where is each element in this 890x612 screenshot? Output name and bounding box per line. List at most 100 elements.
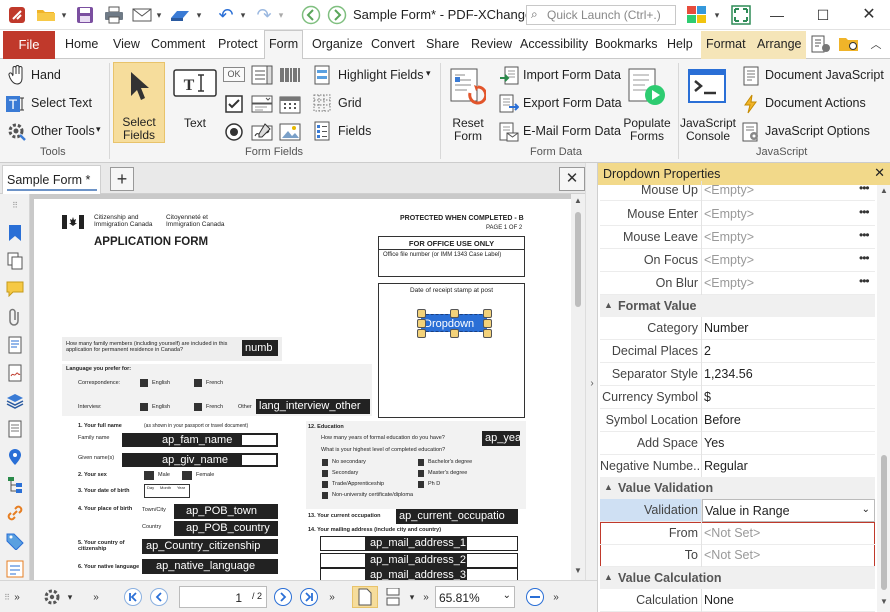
maximize-button[interactable]: ☐: [808, 4, 838, 26]
resize-handle[interactable]: [417, 319, 426, 328]
pane-splitter[interactable]: ›: [585, 163, 597, 580]
scan-dropdown-icon[interactable]: ▾: [194, 4, 204, 26]
scroll-thumb[interactable]: [881, 455, 887, 590]
dob-field[interactable]: Day Month Year: [144, 484, 190, 498]
document-javascript-button[interactable]: Document JavaScript: [765, 68, 884, 82]
female-checkbox[interactable]: [182, 471, 192, 480]
ui-options-dropdown-icon[interactable]: ▾: [712, 4, 722, 26]
javascript-console-button[interactable]: JavaScript Console: [679, 117, 737, 143]
resize-handle[interactable]: [417, 309, 426, 318]
mail-address-1-field[interactable]: ap_mail_address_1: [320, 536, 518, 551]
email-icon[interactable]: [130, 4, 154, 26]
value-calculation-section[interactable]: ▲ Value Calculation: [600, 567, 875, 589]
bookmarks-icon[interactable]: [6, 224, 24, 242]
tab-comment[interactable]: Comment: [151, 37, 205, 51]
collapse-pane-icon[interactable]: ›: [587, 378, 597, 389]
javascript-options-button[interactable]: JavaScript Options: [765, 124, 870, 138]
radio-button-field-icon[interactable]: [223, 121, 245, 143]
customize-icon[interactable]: [808, 33, 834, 55]
pob-country-field[interactable]: ap_POB_country: [174, 521, 278, 536]
tab-help[interactable]: Help: [667, 37, 693, 51]
edu-master-checkbox[interactable]: [418, 470, 424, 477]
resize-handle[interactable]: [483, 319, 492, 328]
continuous-view-icon[interactable]: [382, 586, 404, 608]
edu-bachelor-checkbox[interactable]: [418, 459, 424, 466]
other-tools-button[interactable]: Other Tools: [31, 124, 95, 138]
signatures-icon[interactable]: [6, 364, 24, 382]
reset-form-button[interactable]: Reset Form: [445, 117, 491, 143]
statusbar-menu-icon[interactable]: »: [12, 586, 22, 608]
tab-bookmarks[interactable]: Bookmarks: [595, 37, 658, 51]
minimize-button[interactable]: —: [762, 4, 792, 26]
location-pin-icon[interactable]: [6, 448, 24, 466]
zoom-out-button[interactable]: [524, 586, 546, 608]
close-document-button[interactable]: ✕: [559, 167, 585, 191]
property-row-symbol-location[interactable]: Symbol Location Before: [600, 409, 875, 432]
edu-secondary-checkbox[interactable]: [322, 470, 328, 477]
tab-review[interactable]: Review: [471, 37, 512, 51]
structure-icon[interactable]: [6, 476, 24, 494]
fullscreen-icon[interactable]: [730, 4, 752, 26]
tab-share[interactable]: Share: [426, 37, 459, 51]
interview-english-checkbox[interactable]: [140, 403, 148, 411]
resize-handle[interactable]: [417, 329, 426, 338]
quick-launch-input[interactable]: ⌕ Quick Launch (Ctrl+.): [526, 5, 676, 25]
property-row-validation[interactable]: Validation Value in Range ⌄: [600, 499, 875, 522]
other-tools-dropdown-icon[interactable]: ▾: [96, 124, 101, 135]
highlight-fields-dropdown-icon[interactable]: ▾: [426, 68, 431, 79]
edu-phd-checkbox[interactable]: [418, 481, 424, 488]
native-language-field[interactable]: ap_native_language: [142, 559, 278, 574]
value-validation-section[interactable]: ▲ Value Validation: [600, 477, 875, 499]
properties-scrollbar[interactable]: ▲ ▼: [877, 185, 890, 612]
given-names-field[interactable]: ap_giv_name: [122, 453, 278, 467]
property-row-category[interactable]: Category Number: [600, 317, 875, 340]
statusbar-overflow-icon[interactable]: »: [90, 586, 102, 608]
resize-handle[interactable]: [450, 329, 459, 338]
scroll-up-icon[interactable]: ▲: [573, 196, 583, 206]
statusbar-overflow-icon[interactable]: »: [420, 586, 432, 608]
previous-page-button[interactable]: [148, 586, 170, 608]
property-row-decimal-places[interactable]: Decimal Places 2: [600, 340, 875, 363]
family-members-field[interactable]: numb: [242, 340, 278, 356]
resize-handle[interactable]: [483, 329, 492, 338]
text-button[interactable]: Text: [176, 117, 214, 130]
property-row-add-space[interactable]: Add Space Yes: [600, 432, 875, 455]
date-field-icon[interactable]: [278, 93, 302, 115]
import-form-data-button[interactable]: Import Form Data: [523, 68, 621, 82]
scroll-down-icon[interactable]: ▼: [573, 566, 583, 576]
tab-convert[interactable]: Convert: [371, 37, 415, 51]
redo-icon[interactable]: ↷: [252, 4, 276, 26]
edu-trade-checkbox[interactable]: [322, 481, 328, 488]
email-form-data-button[interactable]: E-Mail Form Data: [523, 124, 621, 138]
hand-button[interactable]: Hand: [31, 68, 61, 82]
status-settings-dropdown-icon[interactable]: ▾: [64, 586, 76, 608]
open-dropdown-icon[interactable]: ▾: [58, 4, 70, 26]
statusbar-overflow-icon[interactable]: »: [550, 586, 562, 608]
view-mode-dropdown-icon[interactable]: ▾: [406, 586, 418, 608]
tab-view[interactable]: View: [113, 37, 140, 51]
education-years-field[interactable]: ap_yea: [482, 431, 520, 446]
links-icon[interactable]: [6, 504, 24, 522]
tab-organize[interactable]: Organize: [312, 37, 363, 51]
email-dropdown-icon[interactable]: ▾: [154, 4, 164, 26]
close-panel-icon[interactable]: ✕: [874, 165, 885, 181]
zoom-level-select[interactable]: 65.81% ⌄: [435, 586, 515, 608]
next-page-button[interactable]: [272, 586, 294, 608]
interview-other-field[interactable]: lang_interview_other: [256, 399, 370, 414]
scroll-down-icon[interactable]: ▼: [879, 597, 889, 606]
fields-button[interactable]: Fields: [338, 124, 371, 138]
mail-address-3-field[interactable]: ap_mail_address_3: [320, 568, 518, 580]
format-value-section[interactable]: ▲ Format Value: [600, 295, 875, 317]
barcode-icon[interactable]: [278, 65, 302, 85]
image-field-icon[interactable]: [278, 121, 302, 143]
tab-form[interactable]: Form: [264, 30, 304, 60]
tab-accessibility[interactable]: Accessibility: [520, 37, 588, 51]
document-tab[interactable]: Sample Form *: [2, 165, 101, 194]
status-settings-icon[interactable]: [40, 586, 64, 608]
open-folder-icon[interactable]: [34, 4, 58, 26]
current-occupation-field[interactable]: ap_current_occupatio: [396, 509, 518, 524]
property-row-on-focus[interactable]: On Focus <Empty> •••: [600, 249, 875, 272]
content-icon[interactable]: [6, 420, 24, 438]
signature-field-icon[interactable]: [250, 121, 274, 143]
combo-box-icon[interactable]: [250, 93, 274, 115]
